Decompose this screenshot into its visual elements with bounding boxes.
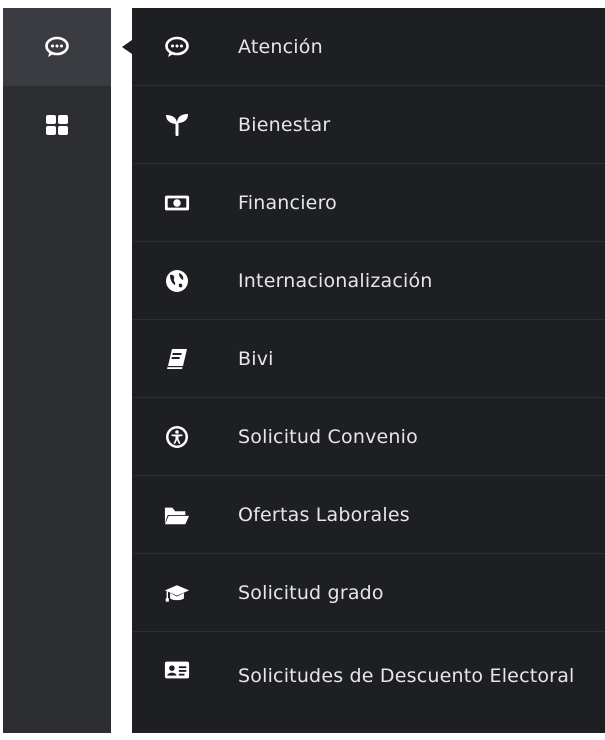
menu-item-bienestar[interactable]: Bienestar xyxy=(132,86,605,164)
chat-icon xyxy=(45,36,69,57)
menu-item-ofertas-laborales[interactable]: Ofertas Laborales xyxy=(132,476,605,554)
icon-rail xyxy=(3,8,111,733)
app-page: Atención Bienestar Financiero Internacio… xyxy=(0,0,605,740)
money-bill-icon xyxy=(164,190,190,216)
menu-item-label: Solicitud grado xyxy=(238,581,384,604)
menu-item-label: Atención xyxy=(238,35,323,58)
seedling-icon xyxy=(164,112,190,138)
menu-item-bivi[interactable]: Bivi xyxy=(132,320,605,398)
menu-item-solicitudes-descuento-electoral[interactable]: Solicitudes de Descuento Electoral xyxy=(132,632,605,728)
menu-item-label: Financiero xyxy=(238,191,337,214)
menu-item-label: Internacionalización xyxy=(238,269,433,292)
menu-item-solicitud-convenio[interactable]: Solicitud Convenio xyxy=(132,398,605,476)
rail-item-dashboard[interactable] xyxy=(3,86,111,164)
menu-item-atencion[interactable]: Atención xyxy=(132,8,605,86)
chat-icon xyxy=(164,34,190,60)
flyout-menu: Atención Bienestar Financiero Internacio… xyxy=(132,8,605,733)
menu-item-label: Bivi xyxy=(238,347,274,370)
graduation-cap-icon xyxy=(164,580,190,606)
globe-icon xyxy=(164,268,190,294)
menu-item-label: Bienestar xyxy=(238,113,331,136)
folder-open-icon xyxy=(164,502,190,528)
rail-item-atencion[interactable] xyxy=(3,8,111,86)
menu-item-label: Ofertas Laborales xyxy=(238,503,410,526)
grid-icon xyxy=(46,115,68,135)
menu-item-internacionalizacion[interactable]: Internacionalización xyxy=(132,242,605,320)
book-icon xyxy=(164,346,190,372)
universal-access-icon xyxy=(164,424,190,450)
menu-item-label: Solicitudes de Descuento Electoral xyxy=(238,665,575,687)
menu-item-financiero[interactable]: Financiero xyxy=(132,164,605,242)
menu-item-solicitud-grado[interactable]: Solicitud grado xyxy=(132,554,605,632)
menu-item-label: Solicitud Convenio xyxy=(238,425,418,448)
flyout-pointer xyxy=(122,40,132,54)
